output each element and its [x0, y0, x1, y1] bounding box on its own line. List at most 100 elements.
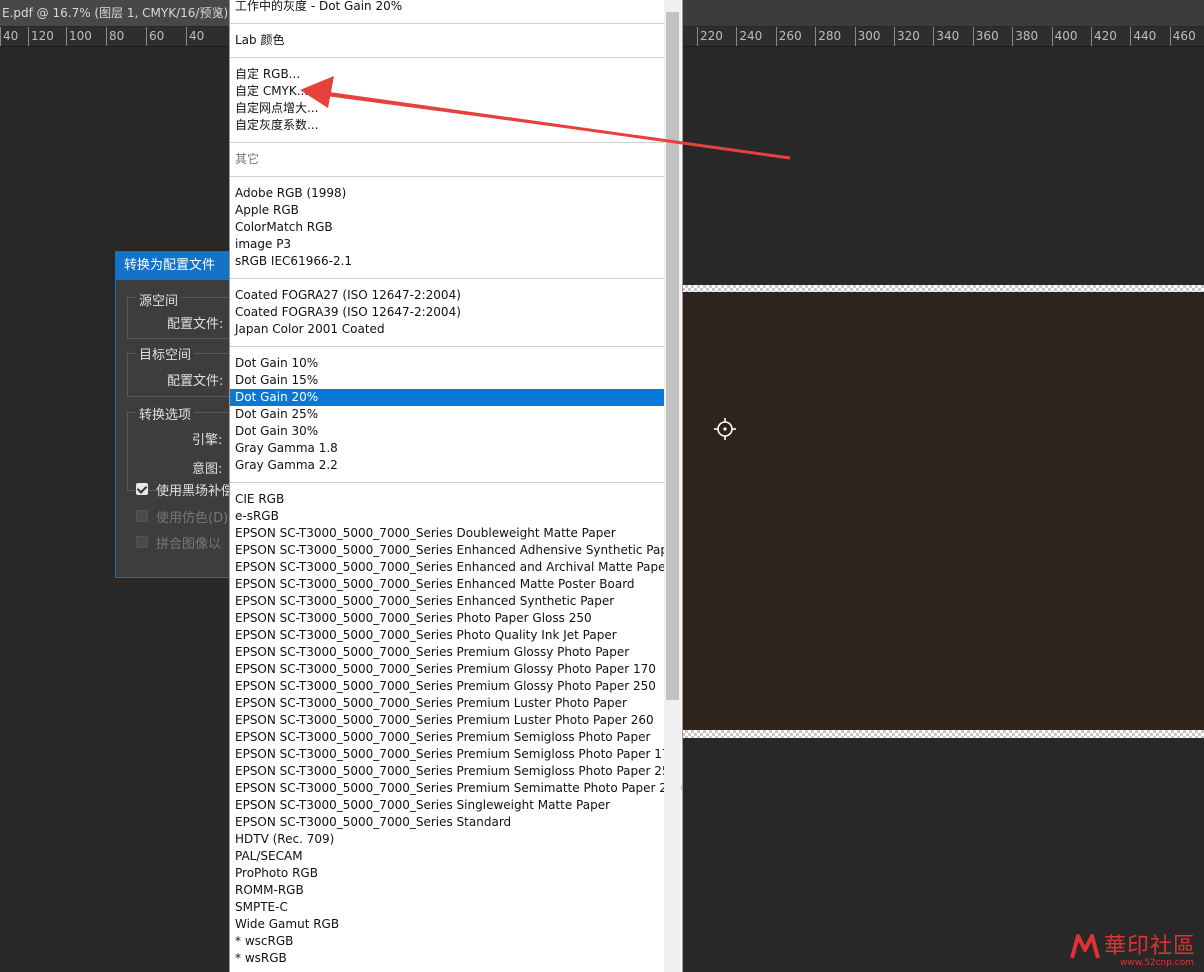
dropdown-item[interactable]: ProPhoto RGB	[230, 865, 664, 882]
option-checkbox[interactable]	[136, 483, 148, 495]
dropdown-item[interactable]: Gray Gamma 2.2	[230, 457, 664, 474]
dropdown-separator	[230, 278, 664, 279]
dropdown-separator	[230, 176, 664, 177]
dropdown-item[interactable]: 工作中的灰度 - Dot Gain 20%	[230, 0, 664, 15]
ruler-tick: 240	[736, 27, 762, 46]
dropdown-item[interactable]: EPSON SC-T3000_5000_7000_Series Premium …	[230, 678, 664, 695]
dropdown-item[interactable]: Gray Gamma 1.8	[230, 440, 664, 457]
option-label: 拼合图像以	[156, 537, 222, 552]
dropdown-item[interactable]: SMPTE-C	[230, 899, 664, 916]
ruler-tick: 40	[186, 27, 204, 46]
ruler-tick: 280	[815, 27, 841, 46]
dropdown-item[interactable]: EPSON SC-T3000_5000_7000_Series Doublewe…	[230, 525, 664, 542]
dropdown-item[interactable]: image P3	[230, 236, 664, 253]
dropdown-item[interactable]: CIE RGB	[230, 491, 664, 508]
dropdown-separator	[230, 23, 664, 24]
ruler-tick: 420	[1091, 27, 1117, 46]
dropdown-item[interactable]: EPSON SC-T3000_5000_7000_Series Enhanced…	[230, 576, 664, 593]
ruler-tick: 120	[28, 27, 54, 46]
dropdown-item[interactable]: ROMM-RGB	[230, 882, 664, 899]
dropdown-item[interactable]: EPSON SC-T3000_5000_7000_Series Premium …	[230, 661, 664, 678]
dropdown-item[interactable]: EPSON SC-T3000_5000_7000_Series Premium …	[230, 746, 677, 763]
dropdown-item[interactable]: Apple RGB	[230, 202, 664, 219]
dropdown-scrollbar-thumb[interactable]	[666, 12, 679, 700]
dropdown-item[interactable]: Wide Gamut RGB	[230, 916, 664, 933]
ruler-tick: 460	[1169, 27, 1196, 46]
dropdown-item[interactable]: EPSON SC-T3000_5000_7000_Series Enhanced…	[230, 593, 664, 610]
intent-label: 意图:	[192, 462, 223, 477]
dropdown-item[interactable]: EPSON SC-T3000_5000_7000_Series Premium …	[230, 695, 664, 712]
dropdown-item[interactable]: 自定灰度系数...	[230, 117, 664, 134]
crosshair-cursor-icon	[714, 418, 736, 440]
document-tab[interactable]: E.pdf @ 16.7% (图层 1, CMYK/16/预览) * ×	[0, 0, 230, 26]
dropdown-item[interactable]: HDTV (Rec. 709)	[230, 831, 664, 848]
dropdown-item[interactable]: EPSON SC-T3000_5000_7000_Series Enhanced…	[230, 542, 680, 559]
option-label: 使用仿色(D)	[156, 511, 229, 526]
ruler-tick: 40	[0, 27, 18, 46]
dropdown-item: 其它	[235, 152, 260, 166]
ruler-tick: 320	[894, 27, 920, 46]
watermark-text: 華印社區	[1104, 934, 1197, 959]
ruler-tick: 80	[106, 27, 124, 46]
dropdown-item[interactable]: Adobe RGB (1998)	[230, 185, 664, 202]
ruler-tick: 60	[146, 27, 164, 46]
ruler-tick: 300	[854, 27, 881, 46]
dropdown-item[interactable]: EPSON SC-T3000_5000_7000_Series Standard	[230, 814, 664, 831]
dropdown-item[interactable]: PAL/SECAM	[230, 848, 664, 865]
dropdown-item[interactable]: Coated FOGRA39 (ISO 12647-2:2004)	[230, 304, 664, 321]
document-canvas[interactable]	[682, 292, 1204, 730]
dropdown-item[interactable]: 自定网点增大...	[230, 100, 664, 117]
destination-profile-label: 配置文件:	[167, 374, 224, 389]
dropdown-item[interactable]: ColorMatch RGB	[230, 219, 664, 236]
ruler-tick: 440	[1130, 27, 1156, 46]
ruler-tick: 380	[1012, 27, 1038, 46]
dropdown-item[interactable]: sRGB IEC61966-2.1	[230, 253, 664, 270]
profile-dropdown-list[interactable]: 工作中的灰度 - Dot Gain 20% Lab 颜色 自定 RGB... 自定 C…	[229, 0, 683, 972]
ruler-tick: 260	[775, 27, 802, 46]
option-checkbox	[136, 510, 148, 522]
source-profile-label: 配置文件:	[167, 317, 224, 332]
dropdown-item[interactable]: EPSON SC-T3000_5000_7000_Series Premium …	[230, 780, 682, 797]
watermark-url: www.52cnp.com	[1120, 958, 1195, 968]
dropdown-item[interactable]: * wscRGB	[230, 933, 664, 950]
conversion-options-label: 转换选项	[136, 404, 195, 423]
dropdown-item[interactable]: EPSON SC-T3000_5000_7000_Series Premium …	[230, 644, 664, 661]
destination-space-label: 目标空间	[136, 344, 195, 363]
dropdown-item[interactable]: EPSON SC-T3000_5000_7000_Series Enhanced…	[230, 559, 670, 576]
dropdown-item[interactable]: Dot Gain 30%	[230, 423, 664, 440]
dropdown-item[interactable]: EPSON SC-T3000_5000_7000_Series Premium …	[230, 729, 664, 746]
dropdown-item[interactable]: EPSON SC-T3000_5000_7000_Series Photo Qu…	[230, 627, 664, 644]
option-checkbox	[136, 536, 148, 548]
close-icon[interactable]: ×	[214, 0, 224, 26]
dropdown-item[interactable]: EPSON SC-T3000_5000_7000_Series Photo Pa…	[230, 610, 664, 627]
dropdown-separator	[230, 57, 664, 58]
dropdown-separator	[230, 142, 664, 143]
dropdown-item[interactable]: * wsRGB	[230, 950, 664, 967]
dropdown-item[interactable]: EPSON SC-T3000_5000_7000_Series Premium …	[230, 763, 677, 780]
transparency-edge-bottom	[682, 730, 1204, 738]
dropdown-separator	[230, 482, 664, 483]
watermark-logo: 華印社區 www.52cnp.com	[1068, 928, 1204, 972]
ruler-tick: 360	[972, 27, 999, 46]
ruler-tick: 340	[933, 27, 959, 46]
option-label: 使用黑场补偿	[156, 484, 235, 499]
dropdown-item[interactable]: Dot Gain 25%	[230, 406, 664, 423]
dropdown-item[interactable]: Lab 颜色	[230, 32, 664, 49]
watermark-emblem-icon	[1070, 934, 1100, 959]
dropdown-item[interactable]: EPSON SC-T3000_5000_7000_Series Premium …	[230, 712, 664, 729]
dropdown-item[interactable]: EPSON SC-T3000_5000_7000_Series Singlewe…	[230, 797, 664, 814]
dropdown-item-selected[interactable]: Dot Gain 20%	[230, 389, 664, 406]
dropdown-scrollbar[interactable]	[664, 0, 681, 972]
dropdown-item[interactable]: Dot Gain 15%	[230, 372, 664, 389]
ruler-tick: 400	[1051, 27, 1078, 46]
source-space-label: 源空间	[136, 290, 182, 309]
ruler-tick: 100	[66, 27, 92, 46]
dropdown-item[interactable]: Japan Color 2001 Coated	[230, 321, 664, 338]
engine-label: 引擎:	[192, 433, 223, 448]
dropdown-item[interactable]: e-sRGB	[230, 508, 664, 525]
dropdown-item[interactable]: Coated FOGRA27 (ISO 12647-2:2004)	[230, 287, 664, 304]
document-tab-title: E.pdf @ 16.7% (图层 1, CMYK/16/预览) *	[2, 6, 230, 20]
dropdown-item[interactable]: 自定 CMYK...	[230, 83, 664, 100]
dropdown-item[interactable]: 自定 RGB...	[230, 66, 664, 83]
dropdown-item[interactable]: Dot Gain 10%	[230, 355, 664, 372]
